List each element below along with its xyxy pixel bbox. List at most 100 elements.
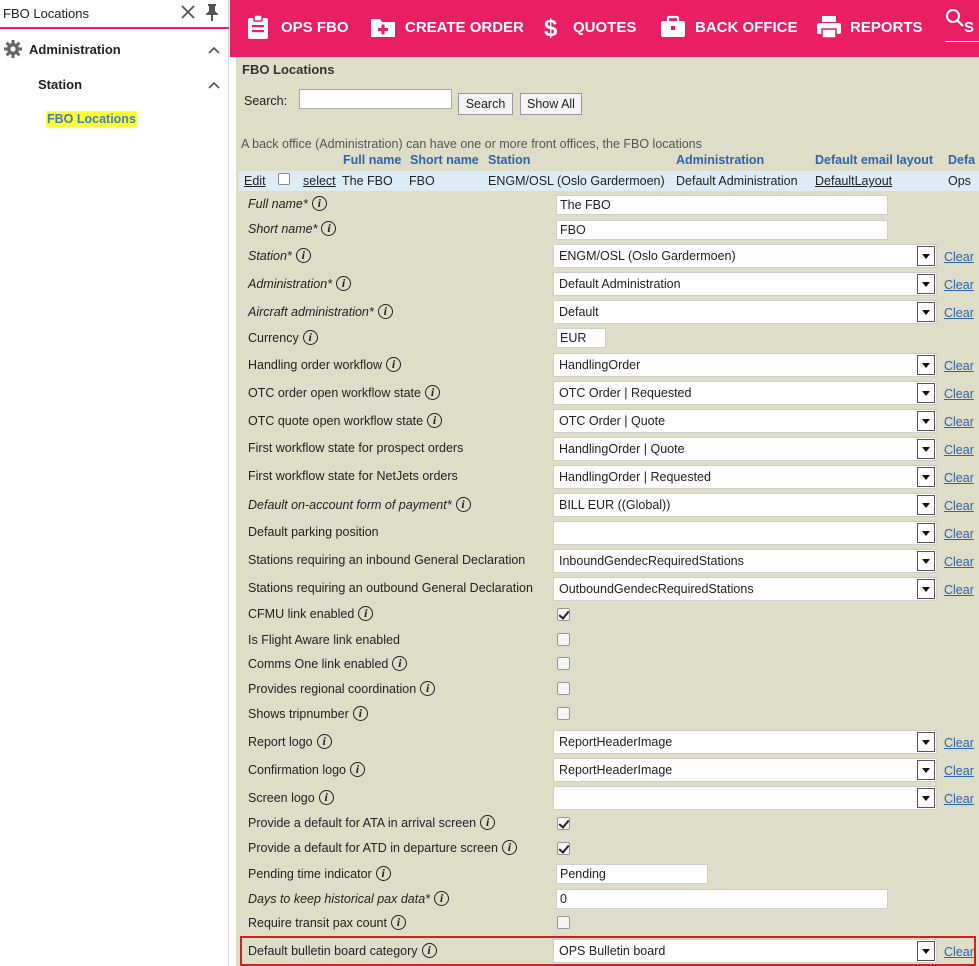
shows-tripnumber-checkbox[interactable]: [557, 707, 570, 720]
chevron-down-icon[interactable]: [917, 579, 935, 599]
otc-quote-open-select[interactable]: OTC Order | Quote: [553, 409, 937, 433]
info-icon[interactable]: i: [311, 196, 327, 211]
info-icon[interactable]: i: [377, 304, 393, 319]
chevron-down-icon[interactable]: [917, 439, 935, 459]
chevron-down-icon[interactable]: [917, 383, 935, 403]
clear-link[interactable]: Clear: [944, 945, 974, 959]
chevron-down-icon[interactable]: [917, 246, 935, 266]
aircraft-administration-select[interactable]: Default: [553, 300, 937, 324]
clear-link[interactable]: Clear: [944, 499, 974, 513]
comms-one-checkbox[interactable]: [557, 657, 570, 670]
chevron-down-icon[interactable]: [917, 760, 935, 780]
info-icon[interactable]: i: [336, 276, 352, 291]
info-icon[interactable]: i: [349, 762, 365, 777]
clear-link[interactable]: Clear: [944, 583, 974, 597]
clear-link[interactable]: Clear: [944, 736, 974, 750]
column-header-full-name[interactable]: Full name: [343, 153, 401, 167]
clear-link[interactable]: Clear: [944, 250, 974, 264]
chevron-down-icon[interactable]: [917, 551, 935, 571]
info-icon[interactable]: i: [352, 706, 368, 721]
sidebar-search-input[interactable]: [3, 3, 173, 23]
cell-email-layout-link[interactable]: DefaultLayout: [815, 174, 892, 188]
chevron-up-icon[interactable]: [207, 43, 221, 57]
chevron-down-icon[interactable]: [917, 355, 935, 375]
regional-coordination-checkbox[interactable]: [557, 682, 570, 695]
info-icon[interactable]: i: [420, 681, 436, 696]
chevron-down-icon[interactable]: [917, 732, 935, 752]
column-header-email-layout[interactable]: Default email layout: [815, 153, 933, 167]
info-icon[interactable]: i: [480, 815, 496, 830]
clear-link[interactable]: Clear: [944, 415, 974, 429]
transit-pax-checkbox[interactable]: [557, 916, 570, 929]
sidebar-item-fbo-locations[interactable]: FBO Locations: [46, 111, 137, 127]
default-payment-select[interactable]: BILL EUR ((Global)): [553, 493, 937, 517]
column-header-station[interactable]: Station: [488, 153, 530, 167]
first-state-netjets-select[interactable]: HandlingOrder | Requested: [553, 465, 937, 489]
chevron-down-icon[interactable]: [917, 788, 935, 808]
parking-position-select[interactable]: [553, 521, 937, 545]
info-icon[interactable]: i: [318, 790, 334, 805]
show-all-button[interactable]: Show All: [520, 93, 582, 115]
bulletin-category-select[interactable]: OPS Bulletin board: [553, 939, 937, 963]
info-icon[interactable]: i: [501, 840, 517, 855]
chevron-down-icon[interactable]: [917, 523, 935, 543]
pending-time-input[interactable]: Pending: [556, 864, 708, 884]
clear-link[interactable]: Clear: [944, 387, 974, 401]
default-atd-checkbox[interactable]: [557, 842, 570, 855]
clear-link[interactable]: Clear: [944, 443, 974, 457]
short-name-input[interactable]: FBO: [556, 220, 888, 240]
station-select[interactable]: ENGM/OSL (Oslo Gardermoen): [553, 244, 937, 268]
info-icon[interactable]: i: [455, 497, 471, 512]
pin-icon[interactable]: [203, 2, 221, 22]
inbound-gendec-select[interactable]: InboundGendecRequiredStations: [553, 549, 937, 573]
info-icon[interactable]: i: [434, 891, 450, 906]
info-icon[interactable]: i: [390, 915, 406, 930]
info-icon[interactable]: i: [358, 606, 374, 621]
info-icon[interactable]: i: [375, 866, 391, 881]
sidebar-item-administration[interactable]: Administration: [0, 38, 229, 62]
cfmu-link-checkbox[interactable]: [557, 608, 570, 621]
chevron-down-icon[interactable]: [917, 411, 935, 431]
clear-link[interactable]: Clear: [944, 527, 974, 541]
info-icon[interactable]: i: [421, 943, 437, 958]
days-historical-input[interactable]: 0: [556, 889, 888, 909]
otc-order-open-select[interactable]: OTC Order | Requested: [553, 381, 937, 405]
info-icon[interactable]: i: [295, 248, 311, 263]
clear-link[interactable]: Clear: [944, 359, 974, 373]
chevron-down-icon[interactable]: [917, 467, 935, 487]
chevron-down-icon[interactable]: [917, 274, 935, 294]
info-icon[interactable]: i: [427, 413, 443, 428]
chevron-down-icon[interactable]: [917, 941, 935, 961]
column-header-short-name[interactable]: Short name: [410, 153, 479, 167]
edit-link[interactable]: Edit: [244, 174, 266, 188]
info-icon[interactable]: i: [316, 734, 332, 749]
chevron-up-icon[interactable]: [207, 78, 221, 92]
info-icon[interactable]: i: [302, 330, 318, 345]
clear-link[interactable]: Clear: [944, 306, 974, 320]
info-icon[interactable]: i: [392, 656, 408, 671]
search-button[interactable]: Search: [458, 93, 513, 115]
chevron-down-icon[interactable]: [917, 495, 935, 515]
nav-search[interactable]: S: [942, 0, 979, 57]
select-link[interactable]: select: [303, 174, 336, 188]
clear-link[interactable]: Clear: [944, 471, 974, 485]
administration-select[interactable]: Default Administration: [553, 272, 937, 296]
clear-link[interactable]: Clear: [944, 764, 974, 778]
clear-link[interactable]: Clear: [944, 792, 974, 806]
search-input[interactable]: [299, 89, 452, 109]
chevron-down-icon[interactable]: [917, 302, 935, 322]
report-logo-select[interactable]: ReportHeaderImage: [553, 730, 937, 754]
default-ata-checkbox[interactable]: [557, 817, 570, 830]
close-icon[interactable]: [178, 2, 198, 22]
column-header-administration[interactable]: Administration: [676, 153, 764, 167]
flight-aware-checkbox[interactable]: [557, 633, 570, 646]
clear-link[interactable]: Clear: [944, 278, 974, 292]
column-header-default[interactable]: Defa: [948, 153, 975, 167]
row-checkbox[interactable]: [278, 173, 290, 185]
info-icon[interactable]: i: [321, 221, 337, 236]
outbound-gendec-select[interactable]: OutboundGendecRequiredStations: [553, 577, 937, 601]
full-name-input[interactable]: The FBO: [556, 195, 888, 215]
screen-logo-select[interactable]: [553, 786, 937, 810]
info-icon[interactable]: i: [425, 385, 440, 400]
confirmation-logo-select[interactable]: ReportHeaderImage: [553, 758, 937, 782]
